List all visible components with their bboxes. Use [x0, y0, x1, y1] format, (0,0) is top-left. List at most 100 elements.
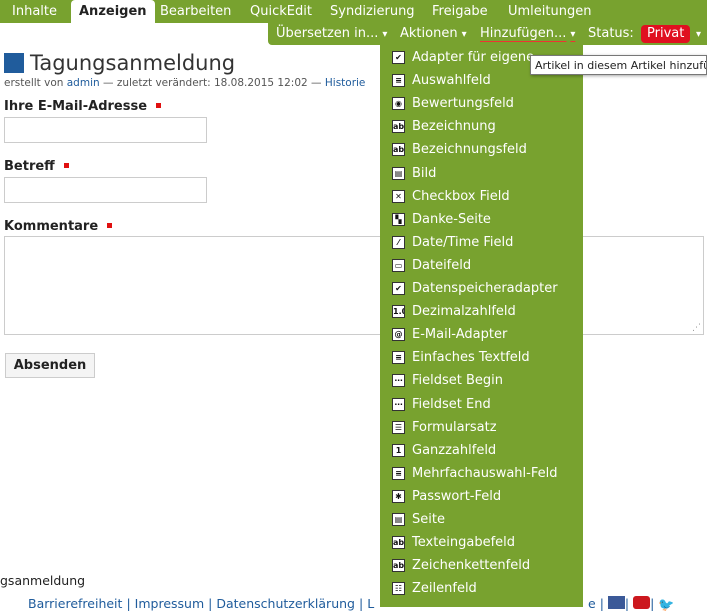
footer-link-privacy[interactable]: Datenschutzerklärung — [216, 596, 355, 611]
tab-quickedit[interactable]: QuickEdit — [250, 0, 312, 23]
menu-item-label: Fieldset Begin — [412, 373, 504, 389]
chevron-down-icon: ▾ — [382, 29, 388, 40]
footer-separator: | — [126, 596, 131, 611]
file-field-icon: ▭ — [392, 258, 405, 272]
string-field-icon: ab — [392, 559, 405, 573]
history-link[interactable]: Historie — [325, 77, 366, 89]
menu-item[interactable]: ab Bezeichnungsfeld — [380, 138, 583, 161]
menu-item[interactable]: ⋯ Fieldset Begin — [380, 369, 583, 392]
lines-field-icon: ☷ — [392, 582, 405, 596]
menu-item[interactable]: ▤ Bild — [380, 162, 583, 185]
required-marker-icon — [107, 223, 113, 228]
menu-item-label: Ganzzahlfeld — [412, 442, 497, 458]
menu-item[interactable]: ✱ Passwort-Feld — [380, 485, 583, 508]
menu-item-label: Bild — [412, 165, 437, 181]
email-adapter-icon: @ — [392, 328, 405, 342]
menu-item[interactable]: 1 Ganzzahlfeld — [380, 439, 583, 462]
menu-item[interactable]: 1.0 Dezimalzahlfeld — [380, 300, 583, 323]
label-field-icon: ab — [392, 143, 405, 157]
menu-item[interactable]: ⁄ Date/Time Field — [380, 231, 583, 254]
menu-item[interactable]: ▚ Danke-Seite — [380, 208, 583, 231]
plain-text-icon: ≡ — [392, 351, 405, 365]
integer-icon: 1 — [392, 443, 405, 457]
menu-item-label: Zeichenkettenfeld — [412, 558, 531, 574]
page-title: Tagungsanmeldung — [4, 50, 235, 76]
email-field[interactable] — [4, 117, 207, 143]
actions-menu[interactable]: Aktionen ▾ — [400, 23, 467, 45]
menu-item[interactable]: ☷ Zeilenfeld — [380, 577, 583, 600]
facebook-icon[interactable] — [607, 596, 625, 609]
author-link[interactable]: admin — [67, 77, 100, 89]
subject-field-label: Betreff — [4, 159, 69, 174]
subject-label-text: Betreff — [4, 159, 55, 174]
tab-freigabe[interactable]: Freigabe — [432, 0, 488, 23]
footer-social: e | | | 🐦 — [588, 596, 675, 612]
status-label: Status: — [588, 26, 634, 41]
menu-item[interactable]: ◉ Bewertungsfeld — [380, 92, 583, 115]
menu-item-label: Danke-Seite — [412, 211, 491, 227]
footer-separator: | — [599, 596, 604, 611]
menu-item-label: Mehrfachauswahl-Feld — [412, 465, 558, 481]
image-icon: ▤ — [392, 166, 405, 180]
add-item-dropdown: ✔ Adapter für eigene ≡ Auswahlfeld ◉ Bewertun… — [380, 45, 583, 607]
comments-label-text: Kommentare — [4, 219, 99, 234]
menu-item-label: Seite — [412, 512, 445, 527]
menu-item-label: Checkbox Field — [412, 188, 510, 204]
footer-link-fragment[interactable]: e — [588, 596, 596, 611]
submit-button[interactable]: Absenden — [5, 353, 95, 378]
menu-item-label: Adapter für eigene — [412, 50, 535, 65]
menu-item[interactable]: ✔ Datenspeicheradapter — [380, 277, 583, 300]
menu-item-label: Texteingabefeld — [412, 535, 516, 551]
twitter-icon[interactable]: 🐦 — [658, 599, 674, 612]
datetime-icon: ⁄ — [392, 235, 405, 249]
footer-link-more[interactable]: L — [367, 596, 374, 611]
status-badge[interactable]: Privat — [641, 25, 691, 43]
resize-handle-icon[interactable]: ⋰ — [692, 323, 701, 333]
fieldset-begin-icon: ⋯ — [392, 374, 405, 388]
menu-item[interactable]: ⋯ Fieldset End — [380, 393, 583, 416]
menu-item[interactable]: ≡ Einfaches Textfeld — [380, 346, 583, 369]
menu-item[interactable]: ab Bezeichnung — [380, 115, 583, 138]
menu-item[interactable]: ✕ Checkbox Field — [380, 185, 583, 208]
menu-item[interactable]: ☰ Formularsatz — [380, 416, 583, 439]
add-menu-label: Hinzufügen... — [480, 26, 567, 41]
menu-item[interactable]: ▤ Seite — [380, 508, 583, 531]
footer-separator: | — [208, 596, 213, 611]
checkbox-icon: ✕ — [392, 189, 405, 203]
menu-item-label: Zeilenfeld — [412, 581, 477, 597]
comments-textarea[interactable]: ⋰ — [4, 236, 704, 335]
chevron-down-icon: ▾ — [461, 29, 467, 40]
menu-item-label: E-Mail-Adapter — [412, 327, 508, 343]
footer-separator: | — [650, 596, 655, 611]
byline: erstellt von admin — zuletzt verändert: … — [4, 77, 365, 89]
menu-item-label: Date/Time Field — [412, 234, 514, 250]
page-title-text: Tagungsanmeldung — [30, 51, 236, 75]
menu-item[interactable]: ab Texteingabefeld — [380, 531, 583, 554]
menu-item[interactable]: ▭ Dateifeld — [380, 254, 583, 277]
multi-select-icon: ≡ — [392, 466, 405, 480]
status-caret: ▾ — [696, 29, 702, 40]
footer-link-accessibility[interactable]: Barrierefreiheit — [28, 596, 122, 611]
menu-item[interactable]: ab Zeichenkettenfeld — [380, 554, 583, 577]
youtube-icon[interactable] — [633, 596, 651, 609]
translate-menu-label: Übersetzen in... — [276, 26, 379, 41]
page-icon: ▤ — [392, 513, 405, 526]
subject-field[interactable] — [4, 177, 207, 203]
email-label-text: Ihre E-Mail-Adresse — [4, 99, 148, 114]
tab-anzeigen[interactable]: Anzeigen — [71, 0, 155, 24]
chevron-down-icon: ▾ — [570, 29, 576, 40]
tab-inhalte[interactable]: Inhalte — [12, 0, 57, 23]
tab-bearbeiten[interactable]: Bearbeiten — [160, 0, 231, 23]
menu-item-label: Fieldset End — [412, 396, 491, 412]
menu-item-label: Einfaches Textfeld — [412, 350, 530, 366]
translate-menu[interactable]: Übersetzen in... ▾ — [276, 23, 387, 45]
menu-item[interactable]: @ E-Mail-Adapter — [380, 323, 583, 346]
chevron-down-icon[interactable]: ▾ — [692, 23, 701, 45]
tab-umleitungen[interactable]: Umleitungen — [508, 0, 591, 23]
add-menu[interactable]: Hinzufügen... ▾ — [480, 23, 575, 45]
thanks-page-icon: ▚ — [392, 212, 405, 226]
tab-syndizierung[interactable]: Syndizierung — [330, 0, 415, 23]
footer-link-imprint[interactable]: Impressum — [135, 596, 204, 611]
byline-modified: — zuletzt verändert: 18.08.2015 12:02 — — [103, 77, 322, 89]
menu-item[interactable]: ≡ Mehrfachauswahl-Feld — [380, 462, 583, 485]
